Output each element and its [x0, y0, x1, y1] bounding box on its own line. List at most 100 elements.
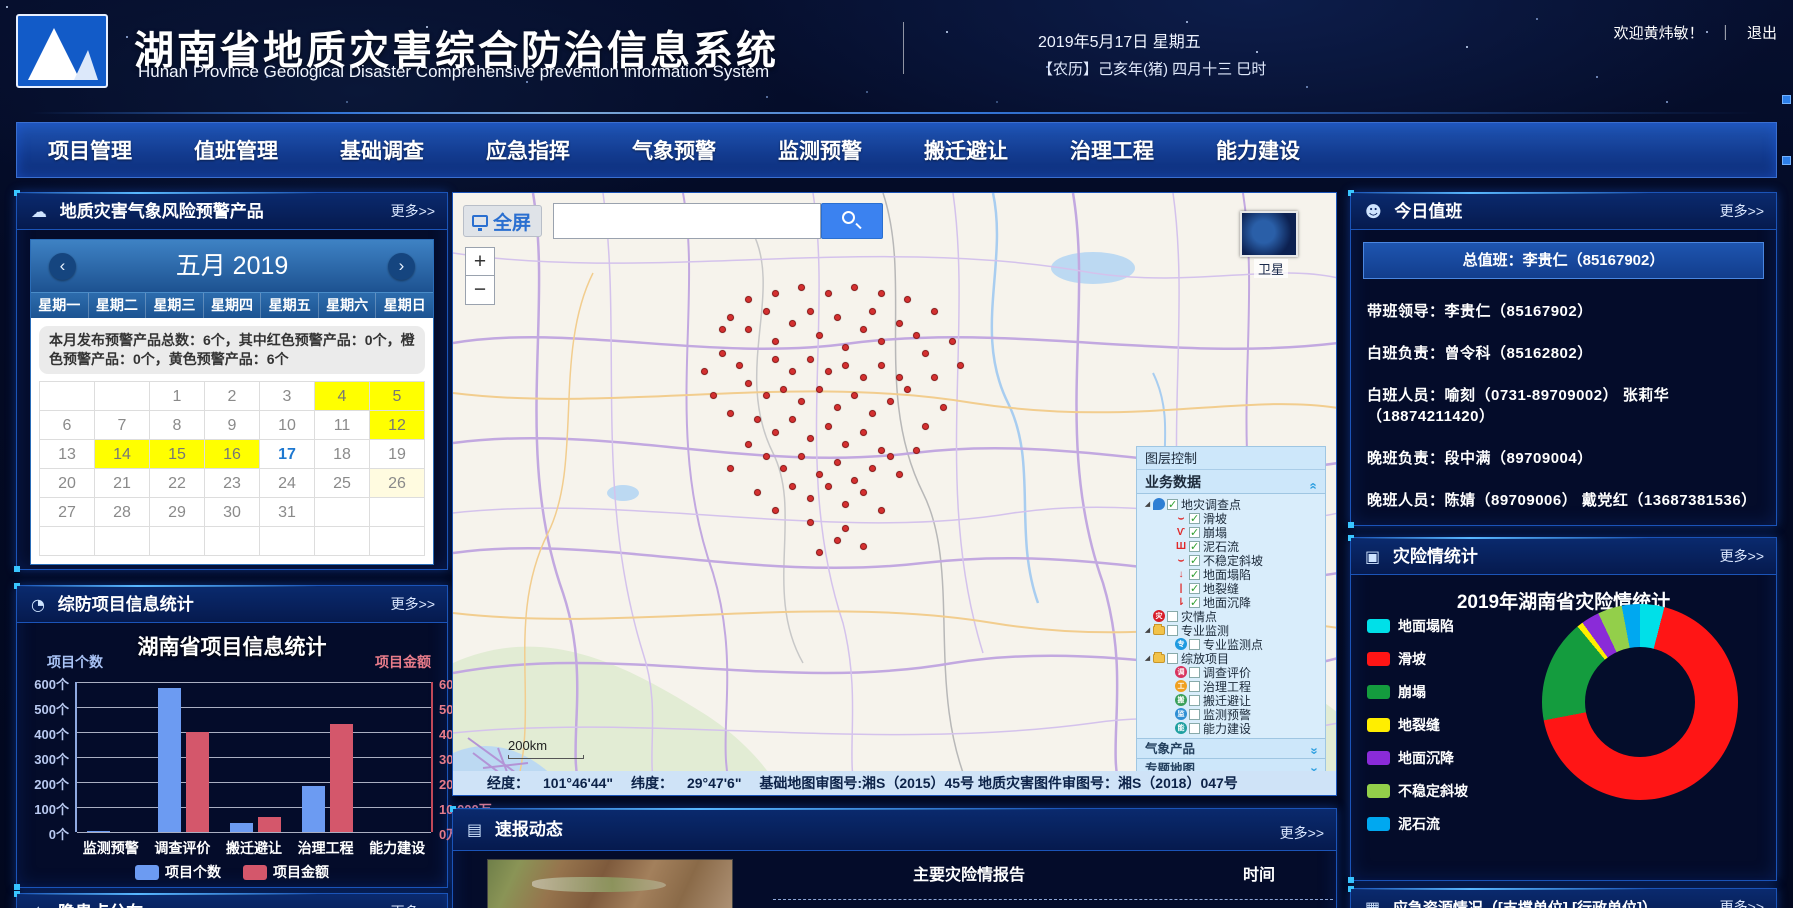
warning-products-more-link[interactable]: 更多>> — [391, 193, 435, 230]
nav-item-8[interactable]: 能力建设 — [1185, 135, 1331, 165]
disaster-point-marker[interactable] — [860, 326, 867, 333]
disaster-point-marker[interactable] — [869, 308, 876, 315]
disaster-point-marker[interactable] — [772, 507, 779, 514]
disaster-point-marker[interactable] — [851, 284, 858, 291]
layer-section-气象产品[interactable]: 气象产品« — [1137, 738, 1325, 758]
layer-checkbox-灾情点[interactable] — [1167, 611, 1178, 622]
disaster-point-marker[interactable] — [719, 350, 726, 357]
disaster-point-marker[interactable] — [825, 423, 832, 430]
calendar-day-25[interactable]: 25 — [315, 469, 370, 498]
zoom-in-button[interactable]: + — [465, 247, 495, 276]
disaster-point-marker[interactable] — [834, 314, 841, 321]
disaster-point-marker[interactable] — [807, 435, 814, 442]
nav-item-5[interactable]: 监测预警 — [747, 135, 893, 165]
disaster-point-marker[interactable] — [798, 453, 805, 460]
layer-checkbox-专业监测点[interactable] — [1189, 639, 1200, 650]
bulletin-more-link[interactable]: 更多>> — [1280, 812, 1324, 854]
calendar-day-18[interactable]: 18 — [315, 440, 370, 469]
nav-item-3[interactable]: 应急指挥 — [455, 135, 601, 165]
nav-item-7[interactable]: 治理工程 — [1039, 135, 1185, 165]
calendar-day-9[interactable]: 9 — [205, 411, 260, 440]
nav-item-2[interactable]: 基础调查 — [309, 135, 455, 165]
disaster-point-marker[interactable] — [869, 465, 876, 472]
disaster-point-marker[interactable] — [745, 326, 752, 333]
donut-legend-item-崩塌[interactable]: 崩塌 — [1367, 682, 1468, 702]
disaster-point-marker[interactable] — [710, 392, 717, 399]
disaster-point-marker[interactable] — [834, 537, 841, 544]
donut-legend-item-滑坡[interactable]: 滑坡 — [1367, 649, 1468, 669]
calendar-day-12[interactable]: 12 — [370, 411, 425, 440]
layer-checkbox-综放项目[interactable] — [1167, 653, 1178, 664]
layer-checkbox-泥石流[interactable] — [1189, 541, 1200, 552]
nav-item-6[interactable]: 搬迁避让 — [893, 135, 1039, 165]
calendar-day-26[interactable]: 26 — [370, 469, 425, 498]
nav-item-0[interactable]: 项目管理 — [17, 135, 163, 165]
disaster-point-marker[interactable] — [763, 308, 770, 315]
fullscreen-button[interactable]: 全屏 — [463, 205, 542, 237]
disaster-point-marker[interactable] — [896, 471, 903, 478]
donut-legend-item-地面塌陷[interactable]: 地面塌陷 — [1367, 616, 1468, 636]
layer-section-business-data[interactable]: 业务数据 « — [1137, 470, 1325, 494]
calendar-day-15[interactable]: 15 — [150, 440, 205, 469]
bar-legend-item[interactable]: 项目个数 — [135, 862, 221, 882]
nav-item-4[interactable]: 气象预警 — [601, 135, 747, 165]
scrollbar-handle-bottom[interactable] — [1782, 156, 1791, 165]
disaster-point-marker[interactable] — [834, 459, 841, 466]
calendar-day-23[interactable]: 23 — [205, 469, 260, 498]
disaster-point-marker[interactable] — [745, 441, 752, 448]
calendar-day-17[interactable]: 17 — [260, 440, 315, 469]
disaster-point-marker[interactable] — [860, 489, 867, 496]
layer-checkbox-地面塌陷[interactable] — [1189, 569, 1200, 580]
calendar-day-1[interactable]: 1 — [150, 382, 205, 411]
layer-checkbox-监测预警[interactable] — [1189, 709, 1200, 720]
layer-tree-row-能力建设[interactable]: 能能力建设 — [1141, 721, 1325, 735]
calendar-day-16[interactable]: 16 — [205, 440, 260, 469]
disaster-point-marker[interactable] — [763, 453, 770, 460]
disaster-point-marker[interactable] — [878, 447, 885, 454]
calendar-day-3[interactable]: 3 — [260, 382, 315, 411]
project-stats-more-link[interactable]: 更多>> — [391, 586, 435, 623]
disaster-point-marker[interactable] — [834, 404, 841, 411]
disaster-point-marker[interactable] — [887, 453, 894, 460]
disaster-point-marker[interactable] — [860, 429, 867, 436]
calendar-day-7[interactable]: 7 — [95, 411, 150, 440]
disaster-point-marker[interactable] — [772, 290, 779, 297]
disaster-point-marker[interactable] — [754, 489, 761, 496]
calendar-day-14[interactable]: 14 — [95, 440, 150, 469]
disaster-point-marker[interactable] — [816, 332, 823, 339]
layer-checkbox-专业监测[interactable] — [1167, 625, 1178, 636]
disaster-point-marker[interactable] — [807, 495, 814, 502]
calendar-next-button[interactable]: › — [388, 253, 415, 280]
disaster-point-marker[interactable] — [896, 374, 903, 381]
disaster-point-marker[interactable] — [807, 308, 814, 315]
disaster-point-marker[interactable] — [887, 398, 894, 405]
disaster-point-marker[interactable] — [772, 338, 779, 345]
layer-tree-row-专业监测点[interactable]: 专专业监测点 — [1141, 637, 1325, 651]
disaster-point-marker[interactable] — [798, 284, 805, 291]
layer-checkbox-崩塌[interactable] — [1189, 527, 1200, 538]
layer-checkbox-能力建设[interactable] — [1189, 723, 1200, 734]
donut-legend-item-泥石流[interactable]: 泥石流 — [1367, 814, 1468, 834]
map-area[interactable]: 全屏 + − 卫星 图层控制 业务数据 « ◢地灾调查点⌣滑坡Ѵ崩塌Ш泥石流⌣不… — [452, 192, 1337, 796]
map-search-button[interactable] — [821, 203, 883, 239]
calendar-day-22[interactable]: 22 — [150, 469, 205, 498]
calendar-day-4[interactable]: 4 — [315, 382, 370, 411]
calendar-day-24[interactable]: 24 — [260, 469, 315, 498]
calendar-day-10[interactable]: 10 — [260, 411, 315, 440]
tree-expander-icon[interactable]: ◢ — [1143, 626, 1152, 634]
layer-tree-row-灾情点[interactable]: 灾灾情点 — [1141, 609, 1325, 623]
scrollbar-handle-top[interactable] — [1782, 95, 1791, 104]
disaster-point-marker[interactable] — [931, 308, 938, 315]
layer-checkbox-调查评价[interactable] — [1189, 667, 1200, 678]
disaster-point-marker[interactable] — [896, 320, 903, 327]
disaster-point-marker[interactable] — [825, 290, 832, 297]
disaster-point-marker[interactable] — [825, 483, 832, 490]
calendar-day-29[interactable]: 29 — [150, 498, 205, 527]
bulletin-photo[interactable] — [487, 859, 733, 908]
disaster-point-marker[interactable] — [878, 362, 885, 369]
calendar-day-8[interactable]: 8 — [150, 411, 205, 440]
calendar-day-13[interactable]: 13 — [40, 440, 95, 469]
duty-more-link[interactable]: 更多>> — [1720, 193, 1764, 230]
calendar-day-6[interactable]: 6 — [40, 411, 95, 440]
layer-checkbox-地裂缝[interactable] — [1189, 583, 1200, 594]
